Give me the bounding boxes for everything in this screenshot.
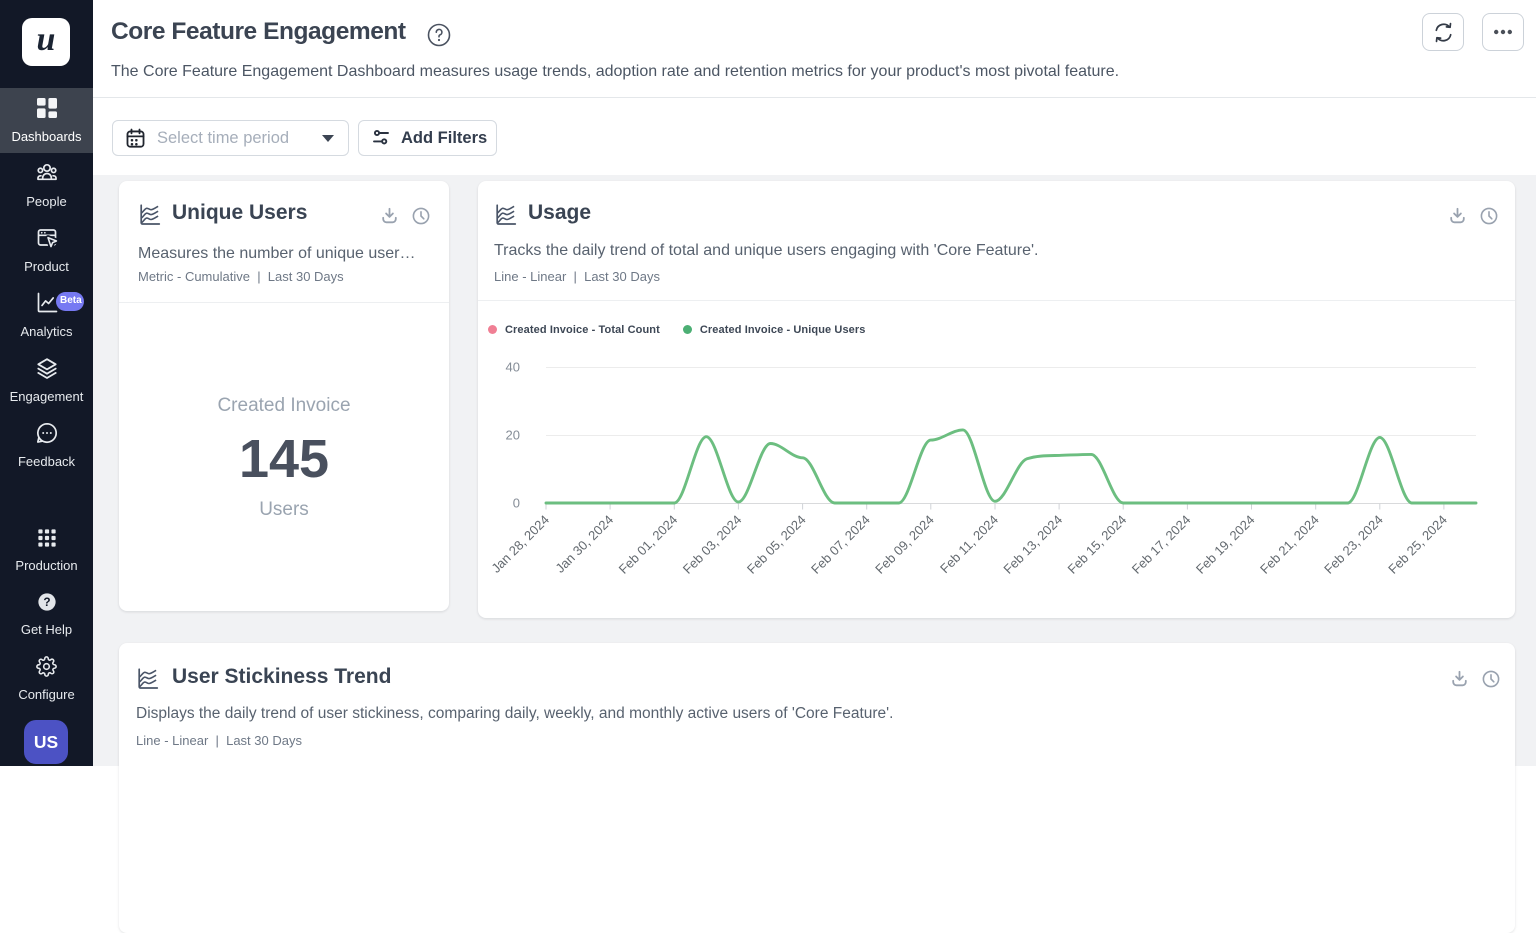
svg-text:Feb 13, 2024: Feb 13, 2024 [1000,512,1065,577]
svg-text:Feb 07, 2024: Feb 07, 2024 [808,512,873,577]
svg-text:Feb 11, 2024: Feb 11, 2024 [937,512,1001,576]
svg-text:Feb 05, 2024: Feb 05, 2024 [744,512,809,577]
svg-text:Feb 25, 2024: Feb 25, 2024 [1385,512,1450,577]
svg-text:Feb 15, 2024: Feb 15, 2024 [1065,512,1130,577]
svg-text:Feb 21, 2024: Feb 21, 2024 [1257,512,1322,577]
svg-text:Feb 23, 2024: Feb 23, 2024 [1321,512,1386,577]
svg-text:Feb 01, 2024: Feb 01, 2024 [616,512,681,577]
svg-text:0: 0 [513,496,520,511]
svg-text:Feb 09, 2024: Feb 09, 2024 [872,512,937,577]
svg-text:20: 20 [506,428,520,443]
svg-text:Feb 03, 2024: Feb 03, 2024 [680,512,745,577]
svg-text:Feb 19, 2024: Feb 19, 2024 [1193,512,1258,577]
svg-text:Jan 28, 2024: Jan 28, 2024 [488,512,552,576]
svg-text:?: ? [43,595,50,609]
svg-text:40: 40 [506,360,520,375]
svg-text:Feb 17, 2024: Feb 17, 2024 [1129,512,1194,577]
svg-text:Jan 30, 2024: Jan 30, 2024 [552,512,616,576]
